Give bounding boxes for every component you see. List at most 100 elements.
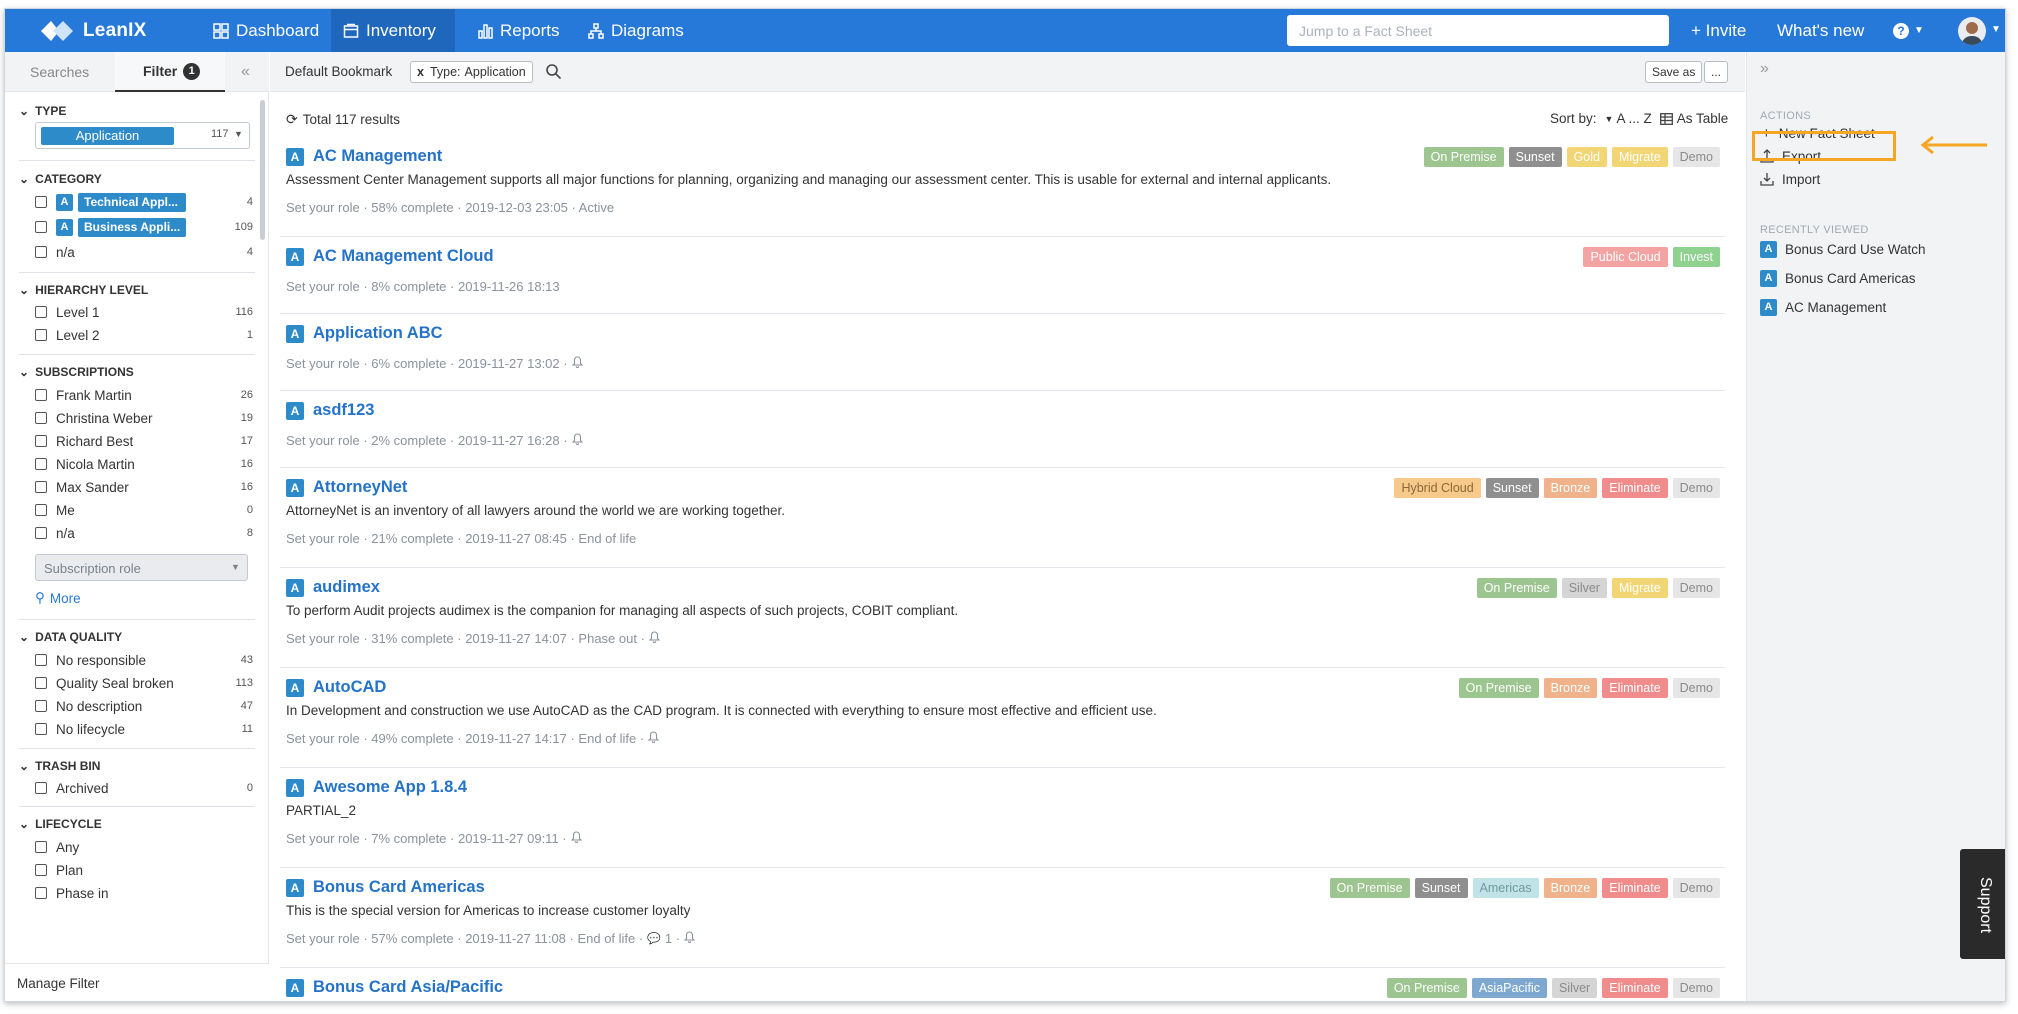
comment-icon[interactable]: 💬 xyxy=(647,932,661,945)
tag-badge[interactable]: Demo xyxy=(1672,147,1720,167)
checkbox[interactable] xyxy=(35,782,47,794)
remove-filter-icon[interactable]: x xyxy=(417,65,424,79)
whats-new-button[interactable]: What's new xyxy=(1777,9,1864,52)
bell-icon[interactable] xyxy=(570,831,582,846)
data-quality-option[interactable]: No description 47 xyxy=(35,696,253,716)
avatar-chevron-icon[interactable]: ▼ xyxy=(1991,24,2001,35)
subscription-role-select[interactable]: Subscription role ▼ xyxy=(35,554,248,581)
tag-badge[interactable]: Bronze xyxy=(1543,878,1598,898)
nav-inventory[interactable]: Inventory xyxy=(331,9,455,52)
bookmark-name[interactable]: Default Bookmark xyxy=(285,64,392,79)
nav-diagrams[interactable]: Diagrams xyxy=(576,9,696,52)
tag-badge[interactable]: Bronze xyxy=(1543,678,1598,698)
tag-badge[interactable]: Eliminate xyxy=(1602,678,1668,698)
manage-filter-button[interactable]: Manage Filter xyxy=(5,963,269,1001)
subscription-option[interactable]: Christina Weber 19 xyxy=(35,408,253,428)
bell-icon[interactable] xyxy=(647,731,660,746)
data-quality-option[interactable]: No lifecycle 11 xyxy=(35,719,253,739)
fact-sheet-item[interactable]: A AC Management Assessment Center Manageme… xyxy=(280,137,1725,237)
nav-dashboard[interactable]: Dashboard xyxy=(201,9,331,52)
checkbox[interactable] xyxy=(35,654,47,666)
fact-sheet-name[interactable]: AutoCAD xyxy=(313,678,386,697)
tag-badge[interactable]: On Premise xyxy=(1476,578,1557,598)
checkbox[interactable] xyxy=(35,887,47,899)
subscription-option[interactable]: Richard Best 17 xyxy=(35,431,253,451)
lifecycle-option[interactable]: Phase in xyxy=(35,883,253,903)
tag-badge[interactable]: On Premise xyxy=(1458,678,1539,698)
tag-badge[interactable]: On Premise xyxy=(1386,978,1467,998)
lifecycle-option[interactable]: Any xyxy=(35,837,253,857)
checkbox[interactable] xyxy=(35,504,47,516)
fact-sheet-title[interactable]: A AttorneyNet xyxy=(286,478,407,497)
checkbox[interactable] xyxy=(35,841,47,853)
tag-badge[interactable]: Sunset xyxy=(1508,147,1562,167)
data-quality-option[interactable]: No responsible 43 xyxy=(35,650,253,670)
fact-sheet-title[interactable]: Aaudimex xyxy=(286,578,380,597)
section-category[interactable]: ⌄ CATEGORY xyxy=(19,172,102,186)
fact-sheet-title[interactable]: A Bonus Card Asia/Pacific xyxy=(286,978,503,997)
fact-sheet-name[interactable]: Awesome App 1.8.4 xyxy=(313,778,467,797)
recent-item[interactable]: A AC Management xyxy=(1760,296,1886,318)
fact-sheet-name[interactable]: AttorneyNet xyxy=(313,478,407,497)
checkbox[interactable] xyxy=(35,306,47,318)
tag-badge[interactable]: Demo xyxy=(1672,478,1720,498)
search-icon[interactable] xyxy=(545,63,562,80)
bell-icon[interactable] xyxy=(648,631,661,646)
avatar[interactable] xyxy=(1958,17,1986,45)
subscription-option[interactable]: Nicola Martin 16 xyxy=(35,454,253,474)
tag-badge[interactable]: Silver xyxy=(1561,578,1607,598)
tab-searches[interactable]: Searches xyxy=(30,52,89,92)
tag-badge[interactable]: Migrate xyxy=(1611,147,1668,167)
tag-badge[interactable]: Invest xyxy=(1672,247,1720,267)
more-options-button[interactable]: ... xyxy=(1704,61,1729,83)
checkbox[interactable] xyxy=(35,196,47,208)
fact-sheet-title[interactable]: A Bonus Card Americas xyxy=(286,878,485,897)
tag-badge[interactable]: Sunset xyxy=(1414,878,1468,898)
tag-badge[interactable]: Demo xyxy=(1672,878,1720,898)
tag-badge[interactable]: Gold xyxy=(1566,147,1607,167)
sort-dropdown[interactable]: ▼ A ... Z xyxy=(1605,111,1652,126)
checkbox[interactable] xyxy=(35,458,47,470)
subscription-option[interactable]: Me 0 xyxy=(35,500,253,520)
fact-sheet-name[interactable]: AC Management xyxy=(313,147,442,166)
fact-sheet-item[interactable]: A Awesome App 1.8.4 PARTIAL_2 Set your role… xyxy=(280,768,1725,868)
help-menu[interactable]: ? ▼ xyxy=(1893,9,1924,52)
hierarchy-option[interactable]: Level 1 116 xyxy=(35,302,253,322)
fact-sheet-title[interactable]: A AC Management Cloud xyxy=(286,247,494,266)
checkbox[interactable] xyxy=(35,221,47,233)
recent-item[interactable]: A Bonus Card Americas xyxy=(1760,267,1916,289)
fact-sheet-name[interactable]: Bonus Card Americas xyxy=(313,878,485,897)
fact-sheet-name[interactable]: Bonus Card Asia/Pacific xyxy=(313,978,503,997)
fact-sheet-item[interactable]: A Application ABC Set your role · 6% compl… xyxy=(280,314,1725,391)
fact-sheet-title[interactable]: A Awesome App 1.8.4 xyxy=(286,778,467,797)
bell-icon[interactable] xyxy=(571,356,583,371)
nav-reports[interactable]: Reports xyxy=(465,9,572,52)
view-as-table-button[interactable]: As Table xyxy=(1659,111,1728,126)
fact-sheet-name[interactable]: asdf123 xyxy=(313,401,374,420)
tag-badge[interactable]: Eliminate xyxy=(1602,478,1668,498)
fact-sheet-item[interactable]: A Bonus Card Americas This is the special … xyxy=(280,868,1725,968)
tag-badge[interactable]: Hybrid Cloud xyxy=(1394,478,1481,498)
category-option[interactable]: A Business Appli... 109 xyxy=(35,217,253,237)
invite-button[interactable]: + Invite xyxy=(1691,9,1746,52)
subscription-option[interactable]: n/a 8 xyxy=(35,523,253,543)
fact-sheet-item[interactable]: A Bonus Card Asia/Pacific On Premise AsiaPa… xyxy=(280,968,1725,1001)
tag-badge[interactable]: Sunset xyxy=(1485,478,1539,498)
checkbox[interactable] xyxy=(35,527,47,539)
tag-badge[interactable]: Bronze xyxy=(1543,478,1598,498)
fact-sheet-title[interactable]: A AC Management xyxy=(286,147,442,166)
fact-sheet-item[interactable]: Aasdf123 Set your role · 2% complete · 20… xyxy=(280,391,1725,468)
fact-sheet-name[interactable]: AC Management Cloud xyxy=(313,247,494,266)
tag-badge[interactable]: Demo xyxy=(1672,678,1720,698)
expand-panel-button[interactable]: » xyxy=(1760,60,1769,78)
more-link[interactable]: ⚲ More xyxy=(35,590,81,606)
tag-badge[interactable]: Migrate xyxy=(1611,578,1668,598)
checkbox[interactable] xyxy=(35,481,47,493)
recent-item[interactable]: A Bonus Card Use Watch xyxy=(1760,238,1926,260)
tag-badge[interactable]: On Premise xyxy=(1329,878,1410,898)
category-option[interactable]: n/a 4 xyxy=(35,242,253,262)
tag-badge[interactable]: Eliminate xyxy=(1602,978,1668,998)
tag-badge[interactable]: Americas xyxy=(1472,878,1539,898)
data-quality-option[interactable]: Quality Seal broken 113 xyxy=(35,673,253,693)
tag-badge[interactable]: On Premise xyxy=(1423,147,1504,167)
